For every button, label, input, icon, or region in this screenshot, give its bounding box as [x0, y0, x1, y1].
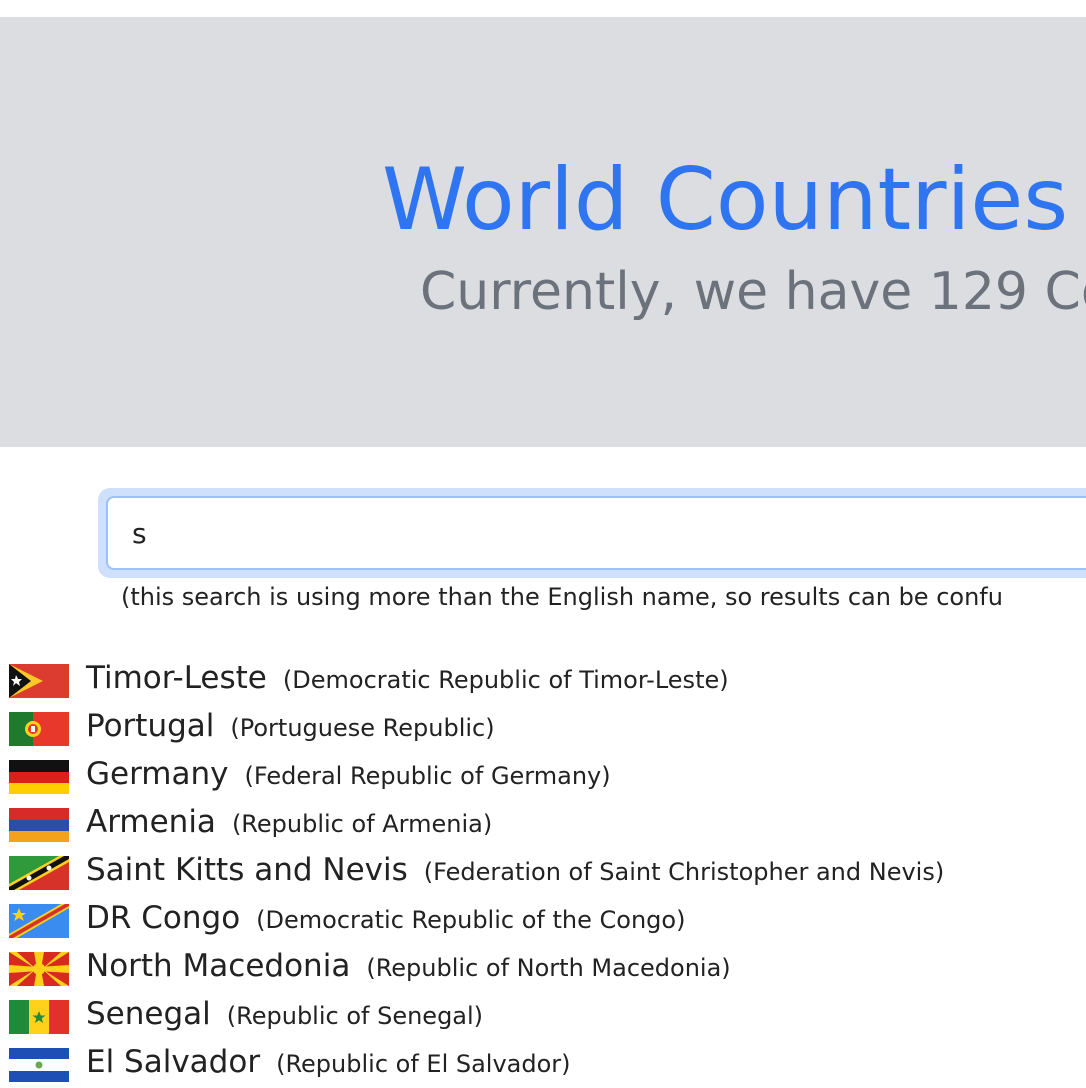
- search-input[interactable]: [106, 496, 1086, 570]
- list-item[interactable]: Saint Kitts and Nevis (Federation of Sain…: [0, 848, 1086, 896]
- country-count-subtitle: Currently, we have 129 Co: [420, 262, 1086, 322]
- senegal-flag-icon: [9, 1000, 69, 1034]
- official-name: (Federation of Saint Christopher and Nev…: [423, 858, 945, 886]
- official-name: (Portuguese Republic): [230, 714, 495, 742]
- list-item[interactable]: Timor-Leste (Democratic Republic of Timor…: [0, 656, 1086, 704]
- list-item[interactable]: DR Congo (Democratic Republic of the Cong…: [0, 896, 1086, 944]
- country-name: DR Congo (Democratic Republic of the Cong…: [86, 900, 686, 936]
- country-name: Senegal (Republic of Senegal): [86, 996, 484, 1032]
- list-item[interactable]: Armenia (Republic of Armenia): [0, 800, 1086, 848]
- country-name: Portugal (Portuguese Republic): [86, 708, 495, 744]
- official-name: (Republic of Armenia): [231, 810, 493, 838]
- timor-leste-flag-icon: [9, 664, 69, 698]
- germany-flag-icon: [9, 760, 69, 794]
- north-macedonia-flag-icon: [9, 952, 69, 986]
- armenia-flag-icon: [9, 808, 69, 842]
- el-salvador-flag-icon: [9, 1048, 69, 1082]
- list-item[interactable]: Portugal (Portuguese Republic): [0, 704, 1086, 752]
- country-name: Timor-Leste (Democratic Republic of Timor…: [86, 660, 729, 696]
- dr-congo-flag-icon: [9, 904, 69, 938]
- list-item[interactable]: El Salvador (Republic of El Salvador): [0, 1040, 1086, 1088]
- list-item[interactable]: Germany (Federal Republic of Germany): [0, 752, 1086, 800]
- page-title: World Countries: [382, 150, 1069, 250]
- country-name: Saint Kitts and Nevis (Federation of Sain…: [86, 852, 945, 888]
- country-name: El Salvador (Republic of El Salvador): [86, 1044, 571, 1080]
- country-name: Germany (Federal Republic of Germany): [86, 756, 611, 792]
- official-name: (Republic of North Macedonia): [366, 954, 731, 982]
- hero-banner: World Countries Currently, we have 129 C…: [0, 17, 1086, 447]
- saint-kitts-and-nevis-flag-icon: [9, 856, 69, 890]
- official-name: (Democratic Republic of the Congo): [256, 906, 686, 934]
- portugal-flag-icon: [9, 712, 69, 746]
- official-name: (Republic of El Salvador): [276, 1050, 571, 1078]
- country-name: Armenia (Republic of Armenia): [86, 804, 493, 840]
- list-item[interactable]: North Macedonia (Republic of North Macedo…: [0, 944, 1086, 992]
- official-name: (Republic of Senegal): [226, 1002, 484, 1030]
- official-name: (Federal Republic of Germany): [244, 762, 611, 790]
- search-note: (this search is using more than the Engl…: [121, 583, 1003, 611]
- list-item[interactable]: Senegal (Republic of Senegal): [0, 992, 1086, 1040]
- country-list: Timor-Leste (Democratic Republic of Timor…: [0, 656, 1086, 1088]
- country-name: North Macedonia (Republic of North Macedo…: [86, 948, 731, 984]
- official-name: (Democratic Republic of Timor-Leste): [282, 666, 729, 694]
